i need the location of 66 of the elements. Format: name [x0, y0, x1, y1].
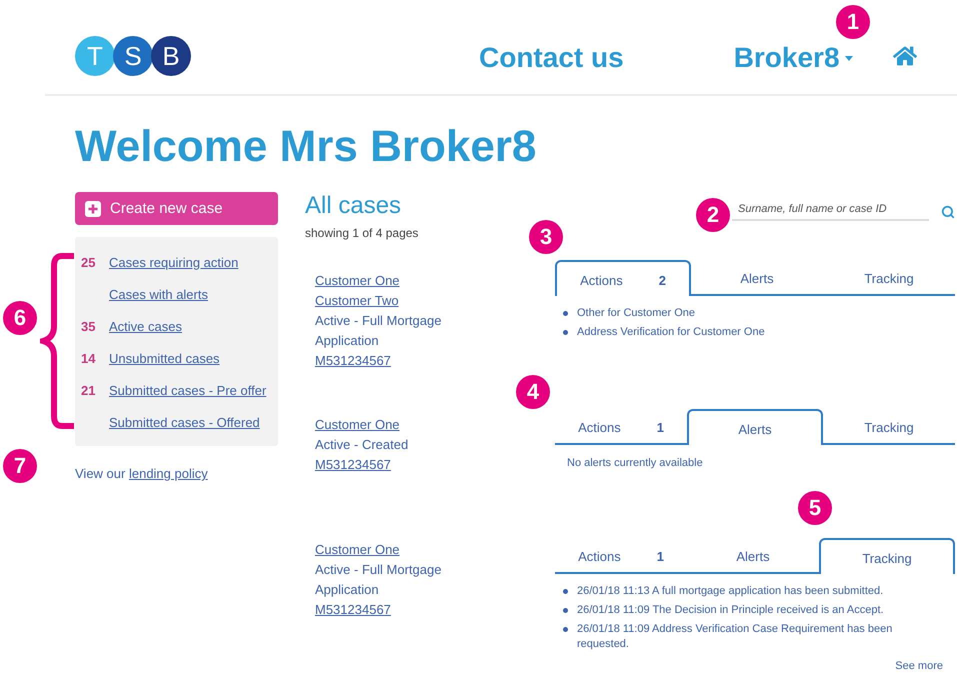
case-status: Active - Created — [315, 436, 410, 454]
bullet-icon — [563, 311, 568, 316]
sidebar-link[interactable]: Cases with alerts — [109, 286, 208, 302]
home-icon[interactable] — [892, 44, 917, 68]
case-link[interactable]: M531234567 — [315, 455, 465, 475]
logo-letter: S — [113, 36, 153, 76]
callout-marker: 4 — [516, 375, 550, 409]
activity-item: 26/01/18 11:13 A full mortgage application has been submitted. — [577, 584, 884, 599]
contact-link[interactable]: Contact us — [479, 42, 624, 74]
tab-count: 1 — [656, 548, 664, 564]
sidebar-link[interactable]: Unsubmitted cases — [109, 350, 220, 366]
activity-item: Address Verification for Customer One — [577, 325, 765, 340]
plus-icon — [85, 200, 101, 216]
tab-count: 2 — [658, 272, 666, 288]
case-link[interactable]: Customer One — [315, 540, 465, 560]
case-status: Active - Full Mortgage Application — [315, 561, 442, 599]
bullet-icon — [563, 330, 568, 335]
activity-item: Other for Customer One — [577, 306, 695, 321]
activity-item: 26/01/18 11:09 The Decision in Principle received is an Accept. — [577, 603, 884, 618]
case-count: 21 — [81, 382, 96, 398]
tab[interactable]: Tracking — [819, 538, 955, 574]
logo-letter: B — [151, 36, 191, 76]
case-link[interactable]: Customer Two — [315, 291, 465, 311]
tab[interactable]: Tracking — [823, 262, 955, 294]
sidebar-link[interactable]: Submitted cases - Pre offer — [109, 382, 266, 398]
case-link[interactable]: Customer One — [315, 415, 465, 435]
case-link[interactable]: M531234567 — [315, 600, 465, 620]
welcome-title: Welcome Mrs Broker8 — [75, 122, 538, 172]
tab[interactable]: Actions 2 — [555, 260, 691, 296]
policy-text: View our lending policy — [75, 466, 209, 481]
activity-item: 26/01/18 11:09 Address Verification Case Requirement has been requested. — [577, 622, 894, 652]
callout-marker: 7 — [3, 449, 37, 483]
sidebar-link[interactable]: Active cases — [109, 318, 182, 334]
logo-letter: T — [75, 36, 115, 76]
case-link[interactable]: M531234567 — [315, 351, 465, 371]
sidebar-link[interactable]: Submitted cases - Offered — [109, 414, 260, 430]
search-icon[interactable] — [941, 205, 955, 219]
create-case-button[interactable]: Create new case — [75, 192, 278, 225]
case-count: 14 — [81, 350, 96, 366]
caret-icon — [844, 56, 853, 60]
tab[interactable]: Alerts — [691, 262, 823, 294]
user-menu[interactable]: Broker8 — [734, 42, 853, 74]
tab-count: 1 — [656, 420, 664, 434]
policy-link[interactable]: lending policy — [128, 466, 208, 481]
callout-marker: 5 — [798, 491, 832, 525]
bullet-icon — [563, 589, 568, 594]
empty-message: No alerts currently available — [567, 457, 704, 469]
callout-marker: 1 — [836, 5, 870, 39]
pages-info: showing 1 of 4 pages — [305, 226, 420, 240]
case-status: Active - Full Mortgage Application — [315, 312, 442, 350]
tab[interactable]: Tracking — [823, 411, 955, 443]
see-more-link[interactable]: See more — [895, 660, 943, 672]
sidebar-link[interactable]: Cases requiring action — [109, 254, 238, 270]
tab[interactable]: Actions 1 — [555, 540, 687, 572]
case-count: 35 — [81, 318, 96, 334]
cases-title: All cases — [305, 192, 402, 220]
tab[interactable]: Actions 1 — [555, 411, 687, 443]
callout-marker: 6 — [3, 301, 37, 335]
case-link[interactable]: Customer One — [315, 271, 465, 291]
bullet-icon — [563, 608, 568, 613]
case-count: 25 — [81, 254, 96, 270]
tab[interactable]: Alerts — [687, 409, 823, 445]
tab[interactable]: Alerts — [687, 540, 819, 572]
callout-marker: 2 — [696, 198, 730, 232]
bullet-icon — [563, 627, 568, 632]
callout-marker: 3 — [529, 220, 563, 254]
